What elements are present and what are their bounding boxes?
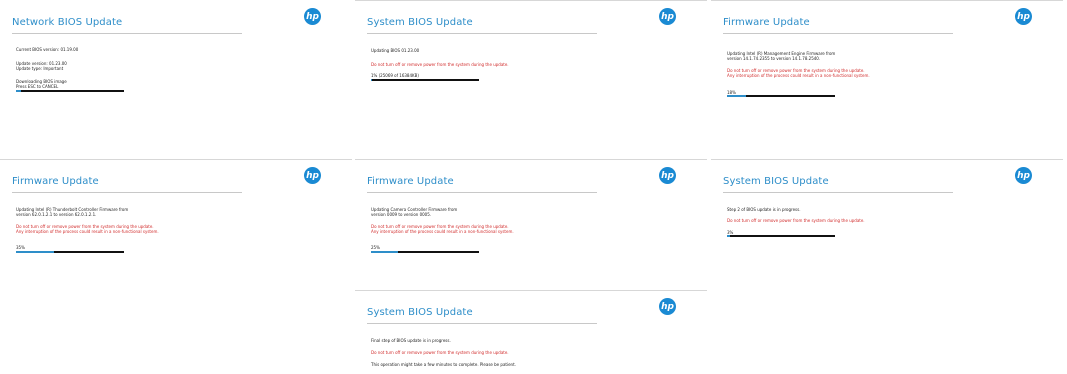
title-divider <box>12 33 242 34</box>
progress-bar <box>16 251 124 253</box>
panel-title: System BIOS Update <box>723 176 829 187</box>
top-border <box>355 290 707 291</box>
current-version-text: Current BIOS version: 01.19.00 <box>16 47 79 52</box>
progress-fill <box>16 251 54 253</box>
panel-title: System BIOS Update <box>367 17 473 28</box>
panel-title: System BIOS Update <box>367 307 473 318</box>
patience-text: This operation might take a few minutes … <box>371 362 516 367</box>
warning-text: Do not turn off or remove power from the… <box>371 350 509 355</box>
interruption-text: Any interruption of the process could re… <box>16 229 159 234</box>
panel-firmware-update-thunderbolt: Firmware Update hp Updating Intel (R) Th… <box>0 159 352 259</box>
progress-fill <box>371 79 373 81</box>
warning-text: Do not turn off or remove power from the… <box>371 62 509 67</box>
panel-network-bios-update: Network BIOS Update hp Current BIOS vers… <box>0 0 352 100</box>
progress-bar <box>727 95 835 97</box>
progress-text: 35% <box>16 245 25 250</box>
warning-text: Do not turn off or remove power from the… <box>727 218 865 223</box>
version-text: version 0009 to version 0005. <box>371 212 432 217</box>
panel-firmware-update-me: Firmware Update hp Updating Intel (R) Ma… <box>711 0 1063 100</box>
progress-text: 1% (25069 of 16384KB) <box>371 73 419 78</box>
hp-logo-icon: hp <box>659 167 676 184</box>
status-text: Final step of BIOS update is in progress… <box>371 338 451 343</box>
progress-fill <box>371 251 398 253</box>
update-type-text: Update type: Important <box>16 66 64 71</box>
progress-bar <box>16 90 124 92</box>
progress-text: 25% <box>371 245 380 250</box>
status-text: Updating BIOS 01.23.00 <box>371 48 420 53</box>
hp-logo-icon: hp <box>659 298 676 315</box>
progress-bar <box>727 235 835 237</box>
hp-logo-icon: hp <box>304 8 321 25</box>
hp-logo-icon: hp <box>304 167 321 184</box>
progress-fill <box>727 95 747 97</box>
panel-system-bios-update-final: System BIOS Update hp Final step of BIOS… <box>355 290 707 374</box>
hp-logo-icon: hp <box>1015 8 1032 25</box>
title-divider <box>367 323 597 324</box>
panel-firmware-update-camera: Firmware Update hp Updating Camera Contr… <box>355 159 707 259</box>
version-text: version 14.1.74.2355 to version 14.1.78.… <box>727 56 821 61</box>
progress-fill <box>16 90 22 92</box>
title-divider <box>723 192 953 193</box>
cancel-hint-text[interactable]: Press ESC to CANCEL <box>16 84 58 89</box>
hp-logo-icon: hp <box>659 8 676 25</box>
title-divider <box>12 192 242 193</box>
panel-title: Network BIOS Update <box>12 17 123 28</box>
top-border <box>711 0 1063 1</box>
version-text: version 62.0.1.2.1 to version 62.0.1.2.1… <box>16 212 97 217</box>
panel-title: Firmware Update <box>723 17 810 28</box>
interruption-text: Any interruption of the process could re… <box>371 229 514 234</box>
top-border <box>0 159 352 160</box>
top-border <box>355 0 707 1</box>
title-divider <box>367 192 597 193</box>
title-divider <box>367 33 597 34</box>
top-border <box>711 159 1063 160</box>
status-text: Step 2 of BIOS update is in progress. <box>727 207 801 212</box>
interruption-text: Any interruption of the process could re… <box>727 73 870 78</box>
progress-bar <box>371 251 479 253</box>
panel-system-bios-update: System BIOS Update hp Updating BIOS 01.2… <box>355 0 707 100</box>
title-divider <box>723 33 953 34</box>
hp-logo-icon: hp <box>1015 167 1032 184</box>
progress-fill <box>727 235 731 237</box>
panel-system-bios-update-step2: System BIOS Update hp Step 2 of BIOS upd… <box>711 159 1063 259</box>
top-border <box>355 159 707 160</box>
progress-bar <box>371 79 479 81</box>
panel-title: Firmware Update <box>367 176 454 187</box>
panel-title: Firmware Update <box>12 176 99 187</box>
